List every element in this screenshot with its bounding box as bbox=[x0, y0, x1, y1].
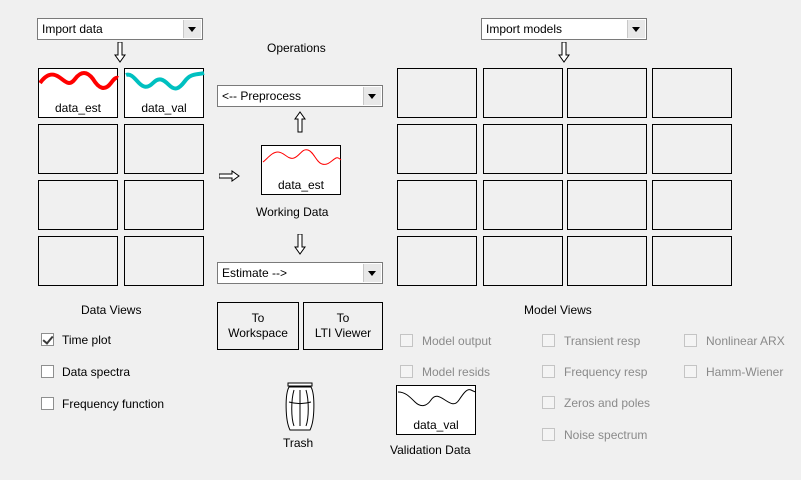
working-data-slot[interactable]: data_est bbox=[261, 145, 342, 195]
frequency-function-label: Frequency function bbox=[62, 397, 165, 411]
preprocess-label: <-- Preprocess bbox=[222, 89, 302, 103]
model-slot-empty[interactable] bbox=[652, 236, 732, 286]
model-slot-empty[interactable] bbox=[567, 124, 647, 174]
arrow-down-icon bbox=[294, 234, 306, 255]
model-slot-empty[interactable] bbox=[483, 124, 563, 174]
arrow-down-icon bbox=[114, 42, 126, 63]
model-resids-checkbox[interactable] bbox=[400, 365, 413, 378]
zeros-and-poles-checkbox[interactable] bbox=[542, 396, 555, 409]
data-slot-empty[interactable] bbox=[38, 124, 118, 174]
validation-data-slot[interactable]: data_val bbox=[396, 385, 477, 435]
to-workspace-line1: To bbox=[251, 311, 265, 325]
model-slot-empty[interactable] bbox=[483, 68, 563, 118]
working-data-caption: Working Data bbox=[256, 205, 329, 219]
data-views-title: Data Views bbox=[81, 303, 142, 317]
validation-data-name: data_val bbox=[413, 418, 459, 432]
data-spectra-checkbox[interactable] bbox=[41, 365, 54, 378]
model-slot-empty[interactable] bbox=[567, 68, 647, 118]
data-slot-empty[interactable] bbox=[124, 124, 204, 174]
zeros-and-poles-label: Zeros and poles bbox=[564, 396, 651, 410]
arrow-down-icon bbox=[558, 42, 570, 63]
time-plot-checkbox[interactable] bbox=[41, 333, 54, 346]
frequency-resp-label: Frequency resp bbox=[564, 365, 648, 379]
model-slot-empty[interactable] bbox=[397, 236, 477, 286]
estimate-dropdown[interactable]: Estimate --> bbox=[217, 262, 383, 284]
transient-resp-label: Transient resp bbox=[564, 334, 641, 348]
hamm-wiener-label: Hamm-Wiener bbox=[706, 365, 784, 379]
data-slot-data-val[interactable]: data_val bbox=[124, 68, 205, 118]
noise-spectrum-label: Noise spectrum bbox=[564, 428, 648, 442]
data-slot-label: data_val bbox=[141, 101, 187, 115]
model-slot-empty[interactable] bbox=[567, 236, 647, 286]
noise-spectrum-checkbox[interactable] bbox=[542, 428, 555, 441]
trash-label: Trash bbox=[283, 436, 314, 450]
chevron-down-icon[interactable] bbox=[627, 20, 645, 38]
estimate-label: Estimate --> bbox=[222, 266, 288, 280]
model-resids-label: Model resids bbox=[422, 365, 491, 379]
model-slot-empty[interactable] bbox=[483, 236, 563, 286]
to-lti-line2: LTI Viewer bbox=[314, 326, 372, 340]
frequency-resp-checkbox[interactable] bbox=[542, 365, 555, 378]
model-output-label: Model output bbox=[422, 334, 492, 348]
working-data-name: data_est bbox=[277, 178, 325, 192]
chevron-down-icon[interactable] bbox=[363, 87, 381, 105]
hamm-wiener-checkbox[interactable] bbox=[684, 365, 697, 378]
to-workspace-button[interactable]: To Workspace bbox=[217, 302, 299, 350]
operations-title: Operations bbox=[267, 41, 326, 55]
to-lti-viewer-button[interactable]: To LTI Viewer bbox=[303, 302, 383, 350]
import-models-label: Import models bbox=[486, 22, 563, 36]
chevron-down-icon[interactable] bbox=[183, 20, 201, 38]
model-output-checkbox[interactable] bbox=[400, 334, 413, 347]
data-slot-empty[interactable] bbox=[124, 236, 204, 286]
model-slot-empty[interactable] bbox=[397, 180, 477, 230]
import-models-dropdown[interactable]: Import models bbox=[481, 18, 647, 40]
import-data-label: Import data bbox=[42, 22, 103, 36]
arrow-right-icon bbox=[219, 170, 240, 182]
transient-resp-checkbox[interactable] bbox=[542, 334, 555, 347]
import-data-dropdown[interactable]: Import data bbox=[37, 18, 203, 40]
model-slot-empty[interactable] bbox=[397, 124, 477, 174]
model-slot-empty[interactable] bbox=[567, 180, 647, 230]
nonlinear-arx-checkbox[interactable] bbox=[684, 334, 697, 347]
validation-data-caption: Validation Data bbox=[390, 443, 471, 457]
time-plot-label: Time plot bbox=[62, 333, 111, 347]
data-slot-empty[interactable] bbox=[38, 180, 118, 230]
to-workspace-line2: Workspace bbox=[228, 326, 288, 340]
trash-icon[interactable] bbox=[282, 382, 318, 434]
model-slot-empty[interactable] bbox=[652, 180, 732, 230]
data-slot-label: data_est bbox=[54, 101, 102, 115]
preprocess-dropdown[interactable]: <-- Preprocess bbox=[217, 85, 383, 107]
to-lti-line1: To bbox=[336, 311, 350, 325]
model-slot-empty[interactable] bbox=[652, 68, 732, 118]
frequency-function-checkbox[interactable] bbox=[41, 397, 54, 410]
data-spectra-label: Data spectra bbox=[62, 365, 131, 379]
data-slot-data-est[interactable]: data_est bbox=[38, 68, 119, 118]
model-slot-empty[interactable] bbox=[397, 68, 477, 118]
nonlinear-arx-label: Nonlinear ARX bbox=[706, 334, 785, 348]
model-slot-empty[interactable] bbox=[652, 124, 732, 174]
data-slot-empty[interactable] bbox=[124, 180, 204, 230]
model-views-title: Model Views bbox=[524, 303, 592, 317]
data-slot-empty[interactable] bbox=[38, 236, 118, 286]
model-slot-empty[interactable] bbox=[483, 180, 563, 230]
chevron-down-icon[interactable] bbox=[363, 264, 381, 282]
arrow-up-icon bbox=[294, 111, 306, 133]
